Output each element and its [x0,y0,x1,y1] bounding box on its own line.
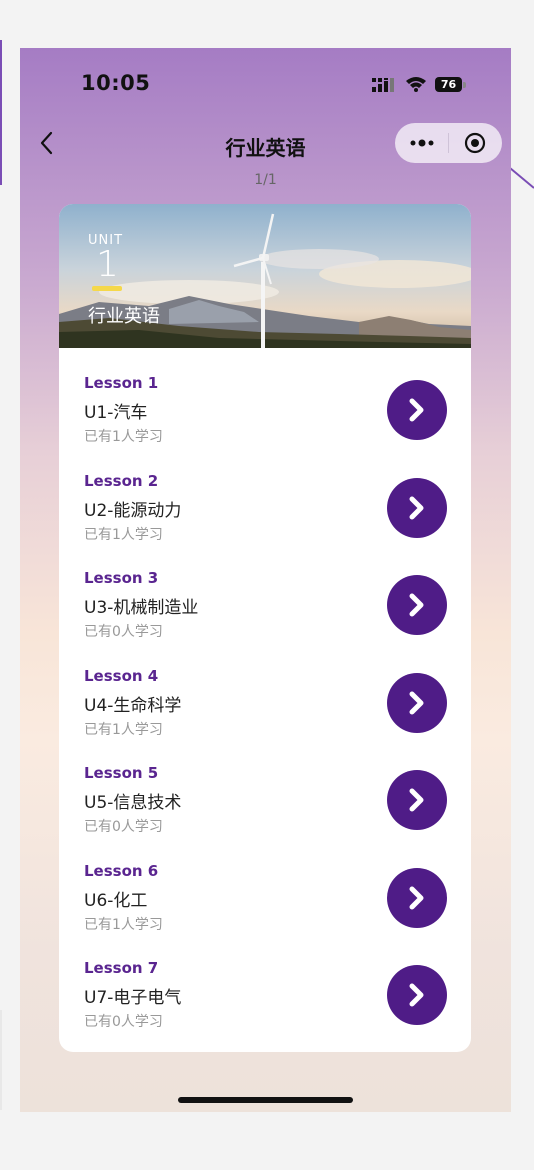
chevron-right-icon [409,593,424,617]
lesson-learner-count: 已有0人学习 [84,624,163,640]
unit-banner: UNIT 1 行业英语 [59,204,471,348]
lesson-go-button[interactable] [387,770,447,830]
nav-bar: 行业英语 [20,120,511,170]
lesson-name: U1-汽车 [84,403,148,423]
battery-tip [463,82,466,88]
status-bar: 10:05 76 [20,48,511,123]
lesson-item-5[interactable]: Lesson 5 U5-信息技术 已有0人学习 [59,764,471,861]
lesson-learner-count: 已有0人学习 [84,1014,163,1030]
lesson-number: Lesson 2 [84,472,159,490]
lesson-item-1[interactable]: Lesson 1 U1-汽车 已有1人学习 [59,374,471,471]
lesson-name: U4-生命科学 [84,696,182,716]
wifi-icon [406,77,426,92]
lesson-go-button[interactable] [387,965,447,1025]
lesson-number: Lesson 3 [84,569,159,587]
target-icon[interactable] [464,132,486,154]
lesson-learner-count: 已有1人学习 [84,429,163,445]
lesson-item-6[interactable]: Lesson 6 U6-化工 已有1人学习 [59,862,471,959]
lesson-number: Lesson 1 [84,374,159,392]
unit-number: 1 [96,244,119,285]
lesson-learner-count: 已有1人学习 [84,917,163,933]
capsule-divider [448,133,449,153]
lesson-go-button[interactable] [387,868,447,928]
lesson-number: Lesson 6 [84,862,159,880]
lesson-name: U3-机械制造业 [84,598,199,618]
chevron-right-icon [409,886,424,910]
lesson-name: U2-能源动力 [84,501,182,521]
phone-screen: 10:05 76 行业英语 1/1 UNIT 1 行业英语 Lesson 1 U… [20,48,511,1112]
lesson-go-button[interactable] [387,478,447,538]
battery-icon: 76 [435,77,462,92]
lesson-go-button[interactable] [387,380,447,440]
chevron-right-icon [409,788,424,812]
lesson-learner-count: 已有1人学习 [84,722,163,738]
left-edge-line [0,40,2,185]
lesson-item-7[interactable]: Lesson 7 U7-电子电气 已有0人学习 [59,959,471,1052]
chevron-right-icon [409,496,424,520]
lesson-number: Lesson 7 [84,959,159,977]
mini-program-capsule [395,123,502,163]
lesson-learner-count: 已有1人学习 [84,527,163,543]
chevron-right-icon [409,691,424,715]
lesson-number: Lesson 5 [84,764,159,782]
chevron-right-icon [409,983,424,1007]
home-indicator[interactable] [178,1097,353,1103]
lesson-card: UNIT 1 行业英语 Lesson 1 U1-汽车 已有1人学习 Lesson… [59,204,471,1052]
lesson-name: U7-电子电气 [84,988,182,1008]
lesson-learner-count: 已有0人学习 [84,819,163,835]
lesson-go-button[interactable] [387,673,447,733]
more-icon[interactable] [409,135,435,151]
lesson-name: U6-化工 [84,891,148,911]
left-edge-line-lower [0,1010,2,1110]
unit-title: 行业英语 [88,306,160,327]
chevron-right-icon [409,398,424,422]
lesson-go-button[interactable] [387,575,447,635]
lesson-item-2[interactable]: Lesson 2 U2-能源动力 已有1人学习 [59,472,471,569]
lesson-item-4[interactable]: Lesson 4 U4-生命科学 已有1人学习 [59,667,471,764]
signal-icon [372,78,394,92]
status-time: 10:05 [81,71,151,95]
page-indicator: 1/1 [254,172,277,188]
lesson-item-3[interactable]: Lesson 3 U3-机械制造业 已有0人学习 [59,569,471,666]
lesson-number: Lesson 4 [84,667,159,685]
unit-underline [92,286,122,291]
lesson-name: U5-信息技术 [84,793,182,813]
